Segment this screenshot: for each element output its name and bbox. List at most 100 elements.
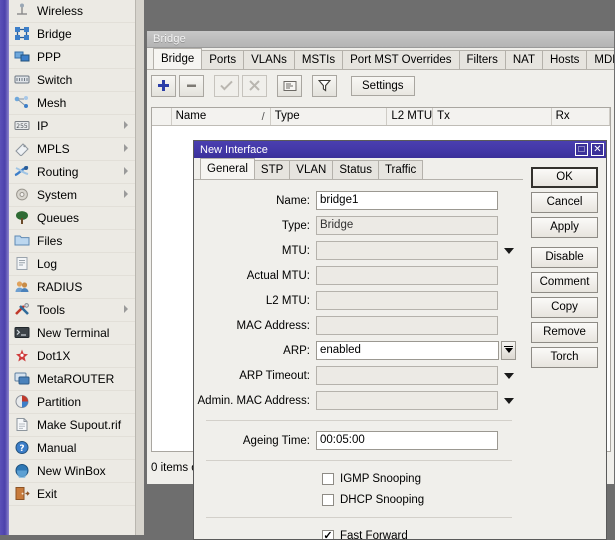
comment-button[interactable]: Comment	[531, 272, 598, 293]
sidebar-scrollbar[interactable]	[135, 0, 144, 535]
column-header-type[interactable]: Type	[271, 108, 388, 125]
sidebar-item-partition[interactable]: Partition	[9, 391, 135, 414]
bridge-tab-vlans[interactable]: VLANs	[243, 50, 295, 69]
sidebar-item-metarouter[interactable]: MetaROUTER	[9, 368, 135, 391]
admin-mac-address-dropdown-arrow-icon[interactable]	[501, 391, 516, 410]
sidebar-item-tools[interactable]: Tools	[9, 299, 135, 322]
name-spacer	[501, 191, 516, 210]
bridge-tab-bridge[interactable]: Bridge	[153, 48, 202, 69]
sidebar-item-dot1x[interactable]: Dot1X	[9, 345, 135, 368]
sidebar-item-exit[interactable]: Exit	[9, 483, 135, 506]
igmp-snooping-checkbox[interactable]	[322, 473, 334, 485]
bridge-tab-mstis[interactable]: MSTIs	[294, 50, 343, 69]
disable-button[interactable]: Disable	[531, 247, 598, 268]
column-header-rx[interactable]: Rx	[552, 108, 610, 125]
ageing-time-input[interactable]: 00:05:00	[316, 431, 498, 450]
sidebar-item-mpls[interactable]: MPLS	[9, 138, 135, 161]
supout-icon	[14, 417, 31, 433]
actual-mtu-row: Actual MTU:	[194, 263, 524, 288]
dialog-tab-stp[interactable]: STP	[254, 160, 290, 179]
actual-mtu-input	[316, 266, 498, 285]
dhcp-snooping-checkbox[interactable]	[322, 494, 334, 506]
files-icon	[14, 233, 31, 249]
sidebar-item-routing[interactable]: Routing	[9, 161, 135, 184]
bridge-tab-hosts[interactable]: Hosts	[542, 50, 587, 69]
arp-input[interactable]: enabled	[316, 341, 499, 360]
copy-button[interactable]: Copy	[531, 297, 598, 318]
sidebar-item-wireless[interactable]: Wireless	[9, 0, 135, 23]
remove-button[interactable]: Remove	[531, 322, 598, 343]
sidebar-item-new-winbox[interactable]: New WinBox	[9, 460, 135, 483]
checkmark-icon: ✓	[323, 531, 332, 540]
switch-icon	[14, 72, 31, 88]
dialog-tab-vlan[interactable]: VLAN	[289, 160, 333, 179]
sidebar-item-files[interactable]: Files	[9, 230, 135, 253]
sidebar-item-log[interactable]: Log	[9, 253, 135, 276]
manual-icon: ?	[14, 440, 31, 456]
column-header-l2-mtu[interactable]: L2 MTU	[387, 108, 433, 125]
arp-dropdown-button[interactable]	[501, 341, 516, 360]
sidebar-item-make-supout-rif[interactable]: Make Supout.rif	[9, 414, 135, 437]
dialog-titlebar[interactable]: New Interface □ ✕	[194, 141, 606, 158]
divider-3	[206, 517, 512, 518]
column-header-name[interactable]: Name/	[172, 108, 271, 125]
add-button[interactable]	[151, 75, 176, 97]
filter-button[interactable]	[312, 75, 337, 97]
type-spacer	[501, 216, 516, 235]
sidebar-item-label: System	[37, 189, 77, 202]
l2-mtu-row: L2 MTU:	[194, 288, 524, 313]
sidebar-item-ip[interactable]: 255IP	[9, 115, 135, 138]
name-input[interactable]: bridge1	[316, 191, 498, 210]
remove-button[interactable]	[179, 75, 204, 97]
bridge-tab-nat[interactable]: NAT	[505, 50, 543, 69]
column-header-row[interactable]	[152, 108, 172, 125]
routing-icon	[14, 164, 31, 180]
mesh-icon	[14, 95, 31, 111]
column-header-tx[interactable]: Tx	[433, 108, 552, 125]
cancel-button[interactable]: Cancel	[531, 192, 598, 213]
sidebar-item-queues[interactable]: Queues	[9, 207, 135, 230]
sidebar-item-label: Log	[37, 258, 57, 271]
sidebar-item-ppp[interactable]: PPP	[9, 46, 135, 69]
ppp-icon	[14, 49, 31, 65]
mac-address-spacer	[501, 316, 516, 335]
comment-icon-button[interactable]	[277, 75, 302, 97]
bridge-tab-port-mst-overrides[interactable]: Port MST Overrides	[342, 50, 459, 69]
sidebar-item-label: Queues	[37, 212, 79, 225]
sidebar-item-switch[interactable]: Switch	[9, 69, 135, 92]
sidebar-item-radius[interactable]: RADIUS	[9, 276, 135, 299]
apply-button[interactable]: Apply	[531, 217, 598, 238]
sidebar-item-system[interactable]: System	[9, 184, 135, 207]
bridge-status-text: 0 items o	[151, 462, 198, 474]
mtu-dropdown-arrow-icon[interactable]	[501, 241, 516, 260]
dhcp-snooping-label[interactable]: DHCP Snooping	[340, 494, 424, 506]
sidebar-item-manual[interactable]: ?Manual	[9, 437, 135, 460]
dialog-tab-traffic[interactable]: Traffic	[378, 160, 423, 179]
type-row: Type:Bridge	[194, 213, 524, 238]
admin-mac-address-input	[316, 391, 498, 410]
name-row: Name:bridge1	[194, 188, 524, 213]
close-icon[interactable]: ✕	[591, 143, 604, 156]
dialog-title: New Interface	[200, 144, 572, 156]
wireless-icon	[14, 3, 31, 19]
dialog-tab-status[interactable]: Status	[332, 160, 379, 179]
torch-button[interactable]: Torch	[531, 347, 598, 368]
sidebar-item-label: RADIUS	[37, 281, 82, 294]
bridge-tab-mdb[interactable]: MDB	[586, 50, 615, 69]
mtu-row: MTU:	[194, 238, 524, 263]
sidebar-item-new-terminal[interactable]: New Terminal	[9, 322, 135, 345]
bridge-tab-ports[interactable]: Ports	[201, 50, 244, 69]
disable-button[interactable]	[242, 75, 267, 97]
ok-button[interactable]: OK	[531, 167, 598, 188]
dialog-field-list: Name:bridge1Type:BridgeMTU:Actual MTU:L2…	[194, 188, 524, 413]
dialog-tab-general[interactable]: General	[200, 158, 255, 179]
maximize-icon[interactable]: □	[575, 143, 588, 156]
arp-timeout-dropdown-arrow-icon[interactable]	[501, 366, 516, 385]
bridge-tab-filters[interactable]: Filters	[459, 50, 506, 69]
sidebar-item-mesh[interactable]: Mesh	[9, 92, 135, 115]
settings-button[interactable]: Settings	[351, 76, 415, 96]
enable-button[interactable]	[214, 75, 239, 97]
bridge-window-titlebar[interactable]: Bridge	[147, 31, 614, 48]
igmp-snooping-label[interactable]: IGMP Snooping	[340, 473, 421, 485]
sidebar-item-bridge[interactable]: Bridge	[9, 23, 135, 46]
